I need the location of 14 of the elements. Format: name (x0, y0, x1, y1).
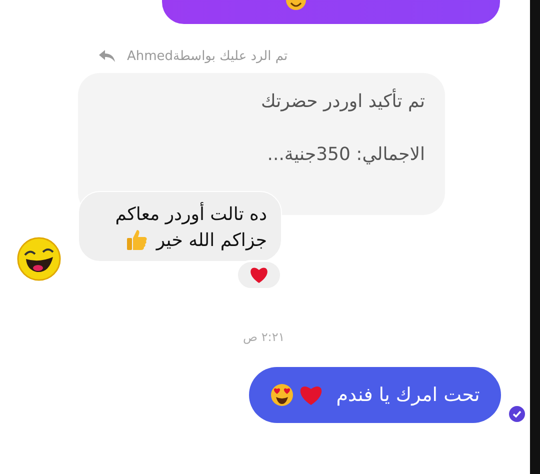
smiley-emoji-icon (286, 0, 306, 12)
quoted-text: تم تأكيد اوردر حضرتك (260, 91, 425, 112)
timestamp: ٢:٢١ ص (243, 330, 285, 344)
reply-note: تم الرد عليك بواسطةAhmed (127, 48, 288, 64)
message-text: ده تالت أوردر معاكم (115, 204, 267, 225)
heart-icon (298, 384, 324, 406)
message-text: تحت امرك يا فندم (336, 384, 480, 406)
message-text: جزاكم الله خير (156, 230, 267, 250)
laughing-emoji-avatar-icon (17, 237, 61, 281)
thumbs-up-icon (126, 229, 148, 251)
heart-eyes-emoji-icon (270, 383, 294, 407)
heart-icon (249, 266, 269, 284)
reply-icon (99, 50, 115, 62)
quoted-text: الاجمالي: 350جنية... (267, 144, 425, 165)
